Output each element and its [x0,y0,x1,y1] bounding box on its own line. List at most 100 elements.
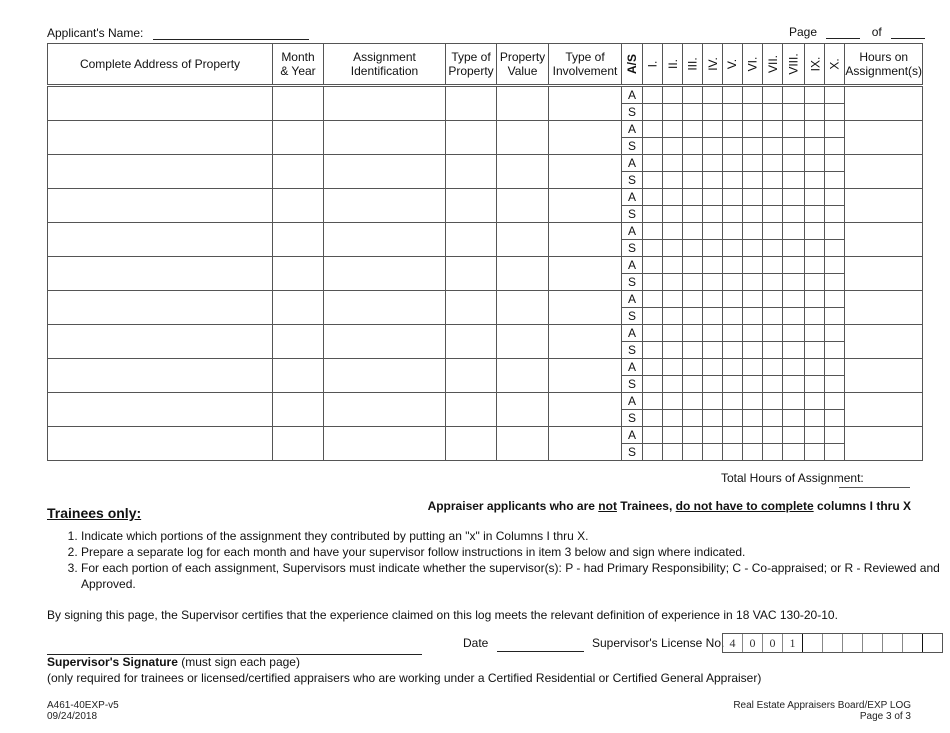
portion-checkbox-cell[interactable] [662,392,684,410]
entry-cell[interactable] [47,188,273,223]
hours-cell[interactable] [844,290,924,325]
entry-cell[interactable] [445,85,497,121]
portion-checkbox-cell[interactable] [722,103,744,121]
entry-cell[interactable] [445,426,497,461]
portion-checkbox-cell[interactable] [702,85,724,104]
portion-checkbox-cell[interactable] [702,358,724,376]
entry-cell[interactable] [272,426,324,461]
license-digit-box[interactable] [882,634,902,652]
entry-cell[interactable] [323,188,446,223]
portion-checkbox-cell[interactable] [722,409,744,427]
portion-checkbox-cell[interactable] [782,358,806,376]
entry-cell[interactable] [445,120,497,155]
portion-checkbox-cell[interactable] [804,171,826,189]
portion-checkbox-cell[interactable] [824,324,846,342]
portion-checkbox-cell[interactable] [662,256,684,274]
license-digit-box[interactable] [822,634,842,652]
portion-checkbox-cell[interactable] [782,137,806,155]
portion-checkbox-cell[interactable] [682,443,704,461]
portion-checkbox-cell[interactable] [762,273,784,291]
entry-cell[interactable] [548,222,622,257]
portion-checkbox-cell[interactable] [804,324,826,342]
portion-checkbox-cell[interactable] [682,409,704,427]
portion-checkbox-cell[interactable] [642,137,664,155]
portion-checkbox-cell[interactable] [682,290,704,308]
portion-checkbox-cell[interactable] [804,85,826,104]
portion-checkbox-cell[interactable] [804,341,826,359]
entry-cell[interactable] [47,120,273,155]
portion-checkbox-cell[interactable] [662,426,684,444]
portion-checkbox-cell[interactable] [804,273,826,291]
portion-checkbox-cell[interactable] [702,426,724,444]
entry-cell[interactable] [548,154,622,189]
portion-checkbox-cell[interactable] [702,375,724,393]
portion-checkbox-cell[interactable] [824,154,846,172]
portion-checkbox-cell[interactable] [762,120,784,138]
portion-checkbox-cell[interactable] [804,409,826,427]
portion-checkbox-cell[interactable] [702,137,724,155]
hours-cell[interactable] [844,392,924,427]
entry-cell[interactable] [47,290,273,325]
portion-checkbox-cell[interactable] [682,188,704,206]
portion-checkbox-cell[interactable] [824,290,846,308]
portion-checkbox-cell[interactable] [762,375,784,393]
hours-cell[interactable] [844,154,924,189]
portion-checkbox-cell[interactable] [662,273,684,291]
entry-cell[interactable] [548,188,622,223]
portion-checkbox-cell[interactable] [722,256,744,274]
license-number-boxes[interactable]: 4001 [722,633,943,653]
entry-cell[interactable] [496,222,549,257]
portion-checkbox-cell[interactable] [824,409,846,427]
entry-cell[interactable] [548,256,622,291]
date-field[interactable] [497,651,584,652]
portion-checkbox-cell[interactable] [642,171,664,189]
portion-checkbox-cell[interactable] [662,358,684,376]
portion-checkbox-cell[interactable] [804,103,826,121]
portion-checkbox-cell[interactable] [824,341,846,359]
license-digit-box[interactable]: 0 [742,634,762,652]
portion-checkbox-cell[interactable] [762,443,784,461]
portion-checkbox-cell[interactable] [662,324,684,342]
portion-checkbox-cell[interactable] [682,154,704,172]
license-digit-box[interactable] [802,634,822,652]
entry-cell[interactable] [272,154,324,189]
portion-checkbox-cell[interactable] [782,375,806,393]
portion-checkbox-cell[interactable] [642,188,664,206]
portion-checkbox-cell[interactable] [742,222,764,240]
portion-checkbox-cell[interactable] [782,120,806,138]
portion-checkbox-cell[interactable] [742,154,764,172]
portion-checkbox-cell[interactable] [762,222,784,240]
entry-cell[interactable] [445,392,497,427]
entry-cell[interactable] [548,324,622,359]
portion-checkbox-cell[interactable] [642,120,664,138]
portion-checkbox-cell[interactable] [642,273,664,291]
portion-checkbox-cell[interactable] [742,137,764,155]
portion-checkbox-cell[interactable] [662,290,684,308]
portion-checkbox-cell[interactable] [762,358,784,376]
entry-cell[interactable] [272,256,324,291]
hours-cell[interactable] [844,188,924,223]
portion-checkbox-cell[interactable] [804,205,826,223]
portion-checkbox-cell[interactable] [662,341,684,359]
portion-checkbox-cell[interactable] [824,307,846,325]
portion-checkbox-cell[interactable] [762,85,784,104]
entry-cell[interactable] [323,290,446,325]
portion-checkbox-cell[interactable] [762,137,784,155]
portion-checkbox-cell[interactable] [804,256,826,274]
portion-checkbox-cell[interactable] [824,392,846,410]
portion-checkbox-cell[interactable] [762,154,784,172]
entry-cell[interactable] [47,392,273,427]
portion-checkbox-cell[interactable] [722,307,744,325]
entry-cell[interactable] [272,188,324,223]
portion-checkbox-cell[interactable] [702,341,724,359]
portion-checkbox-cell[interactable] [682,120,704,138]
portion-checkbox-cell[interactable] [642,324,664,342]
entry-cell[interactable] [323,256,446,291]
portion-checkbox-cell[interactable] [642,375,664,393]
portion-checkbox-cell[interactable] [742,290,764,308]
portion-checkbox-cell[interactable] [662,409,684,427]
entry-cell[interactable] [323,324,446,359]
entry-cell[interactable] [445,154,497,189]
portion-checkbox-cell[interactable] [722,120,744,138]
entry-cell[interactable] [323,85,446,121]
